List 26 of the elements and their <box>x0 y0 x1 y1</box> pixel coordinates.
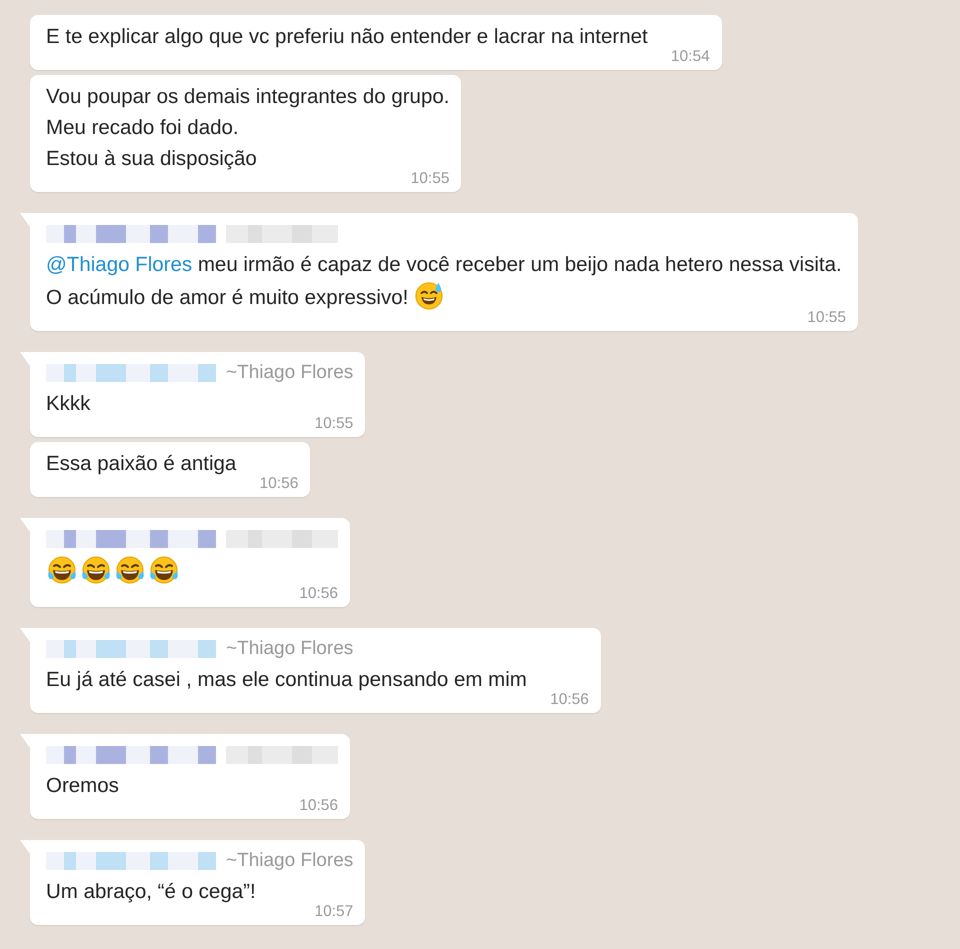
sender-name: ~Thiago Flores <box>226 638 354 660</box>
laughing-tears-face-icon <box>114 554 146 586</box>
message-text: Essa paixão é antiga <box>46 452 236 475</box>
message-text: Um abraço, “é o cega”! <box>46 880 256 903</box>
message-time: 10:57 <box>314 903 354 921</box>
message-time: 10:55 <box>314 415 354 433</box>
message-text: Eu já até casei , mas ele continua pensando em mim <box>46 668 527 691</box>
message-text: @Thiago Flores meu irmão é capaz de você receber um beijo nada hetero nessa visita. O acúmulo de amor é muito expressivo! <box>46 253 842 309</box>
message-time: 10:56 <box>550 691 589 709</box>
message-time: 10:55 <box>807 309 846 327</box>
mention-link[interactable]: @Thiago Flores <box>46 253 192 276</box>
laughing-tears-face-icon <box>148 554 180 586</box>
message-time: 10:55 <box>410 170 450 188</box>
message-text: Vou poupar os demais integrantes do grupo. Meu recado foi dado. Estou à sua disposição <box>46 85 450 170</box>
message-time: 10:56 <box>299 585 338 603</box>
message-time: 10:54 <box>670 48 710 66</box>
message-text: Kkkk <box>46 392 90 415</box>
sender-name: ~Thiago Flores <box>226 362 354 384</box>
sender-name: ~Thiago Flores <box>226 850 354 872</box>
laughing-tears-face-icon <box>46 554 78 586</box>
message-text: E te explicar algo que vc preferiu não entender e lacrar na internet <box>46 25 648 48</box>
message-time: 10:56 <box>299 797 338 815</box>
laughing-tears-face-icon <box>80 554 112 586</box>
grinning-sweat-face-icon <box>414 280 444 310</box>
message-text: Oremos <box>46 774 119 797</box>
message-time: 10:56 <box>260 475 298 493</box>
